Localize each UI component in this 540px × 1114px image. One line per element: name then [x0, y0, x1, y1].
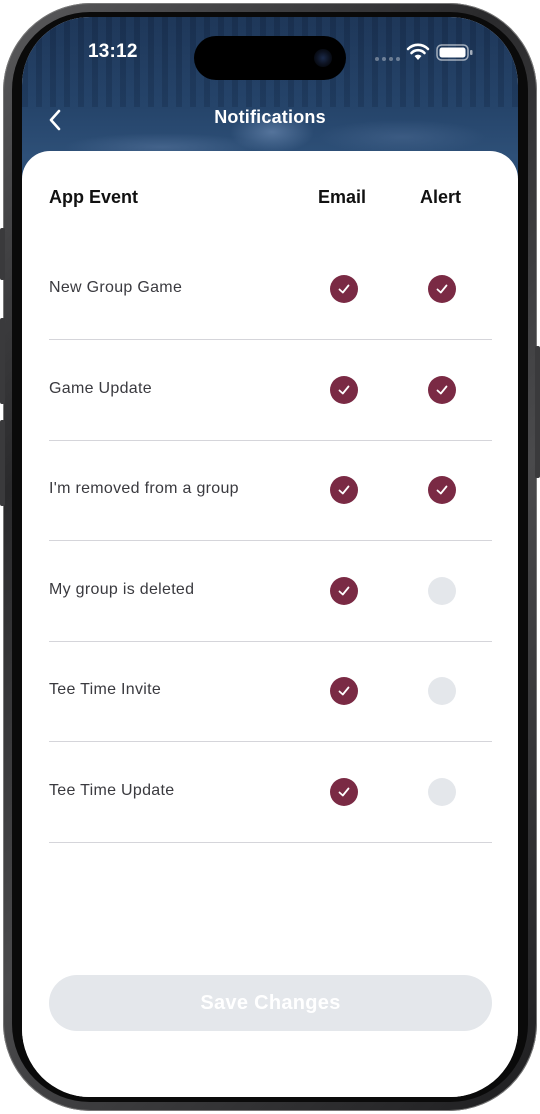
wifi-icon — [406, 43, 430, 60]
action-button — [0, 228, 5, 280]
notification-row: Game Update — [49, 340, 492, 441]
volume-up-button — [0, 318, 5, 404]
check-icon — [436, 485, 448, 495]
check-icon — [436, 284, 448, 294]
notifications-card: App Event Email Alert New Group Game Gam… — [22, 151, 518, 1097]
row-label: Tee Time Update — [49, 782, 175, 799]
check-icon — [436, 385, 448, 395]
row-label: Tee Time Invite — [49, 681, 162, 698]
email-checkbox[interactable] — [330, 275, 358, 303]
row-label: I'm removed from a group — [49, 480, 239, 497]
notification-row: I'm removed from a group — [49, 440, 492, 541]
row-label: Game Update — [49, 380, 152, 397]
email-checkbox[interactable] — [330, 376, 358, 404]
notification-row: Tee Time Update — [49, 742, 492, 843]
check-icon — [338, 284, 350, 294]
notification-row: New Group Game — [49, 239, 492, 340]
cellular-signal-icon — [375, 57, 400, 61]
page-title: Notifications — [214, 107, 326, 127]
column-header-email: Email — [318, 187, 367, 207]
status-time: 13:12 — [88, 41, 138, 62]
save-changes-button[interactable]: Save Changes — [49, 975, 492, 1031]
alert-checkbox[interactable] — [428, 577, 456, 605]
check-icon — [338, 485, 350, 495]
check-icon — [338, 385, 350, 395]
check-icon — [338, 686, 350, 696]
volume-down-button — [0, 420, 5, 506]
alert-checkbox[interactable] — [428, 778, 456, 806]
alert-checkbox[interactable] — [428, 376, 456, 404]
alert-checkbox[interactable] — [428, 476, 456, 504]
check-icon — [338, 787, 350, 797]
column-header-alert: Alert — [420, 187, 462, 207]
email-checkbox[interactable] — [330, 778, 358, 806]
email-checkbox[interactable] — [330, 677, 358, 705]
alert-checkbox[interactable] — [428, 275, 456, 303]
email-checkbox[interactable] — [330, 577, 358, 605]
notification-row: Tee Time Invite — [49, 641, 492, 742]
notification-row: My group is deleted — [49, 541, 492, 642]
column-header-app-event: App Event — [49, 187, 139, 207]
screen: 13:12 Notifications App Event Email Aler… — [22, 17, 518, 1097]
row-label: My group is deleted — [49, 581, 195, 598]
row-label: New Group Game — [49, 279, 183, 296]
check-icon — [338, 586, 350, 596]
dynamic-island — [194, 36, 346, 80]
power-button — [535, 346, 540, 478]
alert-checkbox[interactable] — [428, 677, 456, 705]
email-checkbox[interactable] — [330, 476, 358, 504]
camera-icon — [314, 49, 332, 67]
battery-icon — [436, 44, 473, 61]
